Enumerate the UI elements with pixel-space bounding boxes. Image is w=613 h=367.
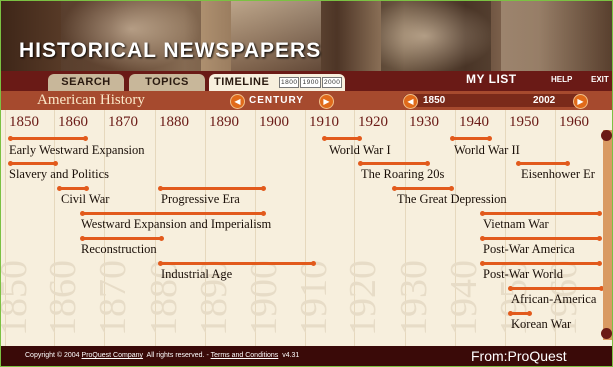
my-list-link[interactable]: MY LIST <box>466 72 517 86</box>
range-start-handle[interactable]: ◀ <box>403 94 418 109</box>
century-label: CENTURY <box>249 95 304 106</box>
app-frame: HISTORICAL NEWSPAPERS SEARCH TOPICS TIME… <box>0 0 613 367</box>
event-link[interactable]: Westward Expansion and Imperialism <box>81 217 271 232</box>
event-link[interactable]: Eisenhower Er <box>521 167 605 182</box>
range-start-year: 1850 <box>423 95 446 106</box>
event-span-bar[interactable] <box>516 161 570 166</box>
banner: HISTORICAL NEWSPAPERS <box>1 1 612 71</box>
decade-label: 1900 <box>259 114 289 130</box>
decade-label: 1880 <box>159 114 189 130</box>
event-span-bar[interactable] <box>158 186 266 191</box>
event-link[interactable]: World War II <box>454 143 520 158</box>
timeline-mini-scale: 1800 1900 2000 <box>279 77 343 88</box>
timeline-controls: American History ◀ CENTURY ▶ ◀ 1850 2002… <box>1 91 612 110</box>
arrow-left-icon: ◀ <box>407 97 414 106</box>
tab-topics[interactable]: TOPICS <box>129 74 205 91</box>
copyright-text: Copyright © 2004 ProQuest Company All ri… <box>25 346 299 366</box>
mini-scale-1900: 1900 <box>300 77 321 88</box>
arrow-left-icon: ◀ <box>234 97 241 106</box>
event-span-bar[interactable] <box>480 211 602 216</box>
arrow-right-icon: ▶ <box>577 97 584 106</box>
decade-label: 1850 <box>9 114 39 130</box>
crowd-photo <box>381 1 491 71</box>
decade-label: 1930 <box>409 114 439 130</box>
protest-photo <box>501 1 612 71</box>
decade-label: 1910 <box>309 114 339 130</box>
event-link[interactable]: The Roaring 20s <box>361 167 444 182</box>
event-link[interactable]: Korean War <box>511 317 571 332</box>
event-span-bar[interactable] <box>80 236 164 241</box>
event-span-bar[interactable] <box>480 236 602 241</box>
copyright-prefix: Copyright © 2004 <box>25 352 80 359</box>
tab-timeline[interactable]: TIMELINE 1800 1900 2000 <box>209 74 345 91</box>
mini-scale-1800: 1800 <box>279 77 300 88</box>
site-title: HISTORICAL NEWSPAPERS <box>19 39 322 62</box>
event-link[interactable]: Post-War America <box>483 242 575 257</box>
century-prev-button[interactable]: ◀ <box>230 94 245 109</box>
decade-label: 1960 <box>559 114 589 130</box>
arrow-right-icon: ▶ <box>323 97 330 106</box>
tab-timeline-label: TIMELINE <box>214 76 270 88</box>
event-span-bar[interactable] <box>450 136 492 141</box>
event-link[interactable]: Slavery and Politics <box>9 167 109 182</box>
decade-label: 1890 <box>209 114 239 130</box>
decade-label: 1940 <box>459 114 489 130</box>
event-span-bar[interactable] <box>80 211 266 216</box>
range-end-handle[interactable]: ▶ <box>573 94 588 109</box>
event-span-bar[interactable] <box>392 186 454 191</box>
event-span-bar[interactable] <box>480 261 602 266</box>
event-span-bar[interactable] <box>158 261 316 266</box>
event-link[interactable]: Civil War <box>61 192 109 207</box>
range-end-year: 2002 <box>533 95 556 106</box>
help-link[interactable]: HELP <box>551 75 572 84</box>
terms-link[interactable]: Terms and Conditions <box>211 352 279 359</box>
footer: Copyright © 2004 ProQuest Company All ri… <box>1 346 612 366</box>
scroll-up-button[interactable] <box>601 130 612 141</box>
from-proquest-logo: From:ProQuest <box>471 348 567 364</box>
nav-bar: SEARCH TOPICS TIMELINE 1800 1900 2000 MY L… <box>1 71 612 91</box>
century-next-button[interactable]: ▶ <box>319 94 334 109</box>
decade-label: 1950 <box>509 114 539 130</box>
decade-label: 1870 <box>108 114 138 130</box>
event-span-bar[interactable] <box>358 161 430 166</box>
section-title: American History <box>37 92 145 108</box>
event-link[interactable]: Post-War World <box>483 267 563 282</box>
scroll-down-button[interactable] <box>601 328 612 339</box>
tab-search[interactable]: SEARCH <box>48 74 124 91</box>
decade-label: 1860 <box>58 114 88 130</box>
event-span-bar[interactable] <box>508 286 604 291</box>
event-link[interactable]: Early Westward Expansion <box>9 143 145 158</box>
event-span-bar[interactable] <box>322 136 362 141</box>
version-text: v4.31 <box>282 352 300 359</box>
event-link[interactable]: The Great Depression <box>397 192 507 207</box>
event-link[interactable]: Vietnam War <box>483 217 549 232</box>
decade-label: 1920 <box>358 114 388 130</box>
event-link[interactable]: African-America <box>511 292 603 307</box>
event-link[interactable]: World War I <box>329 143 391 158</box>
event-link[interactable]: Progressive Era <box>161 192 240 207</box>
event-span-bar[interactable] <box>57 186 89 191</box>
decade-watermark: 1920 <box>342 260 384 336</box>
proquest-company-link[interactable]: ProQuest Company <box>82 352 143 359</box>
event-span-bar[interactable] <box>8 136 88 141</box>
decade-watermark: 1870 <box>92 260 134 336</box>
timeline-chart: 1850 1850 1860 1860 1870 1870 1880 1880 1890 1890… <box>1 110 612 346</box>
vertical-scrollbar[interactable] <box>603 130 612 340</box>
rights-text: All rights reserved. - <box>146 352 209 359</box>
event-span-bar[interactable] <box>508 311 532 316</box>
event-span-bar[interactable] <box>8 161 58 166</box>
event-link[interactable]: Reconstruction <box>81 242 157 257</box>
mini-scale-2000: 2000 <box>321 77 343 88</box>
event-link[interactable]: Industrial Age <box>161 267 232 282</box>
exit-link[interactable]: EXIT <box>591 75 609 84</box>
